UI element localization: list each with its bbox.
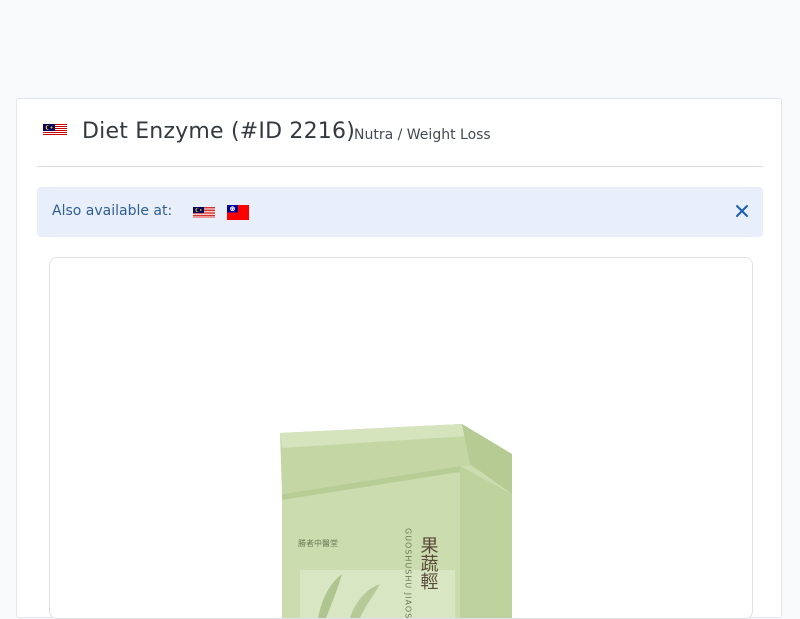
taiwan-flag-icon[interactable] (227, 205, 249, 220)
close-icon[interactable] (733, 202, 751, 220)
product-header: Diet Enzyme (#ID 2216) Nutra / Weight Lo… (37, 113, 763, 167)
product-category: Nutra / Weight Loss (354, 127, 491, 143)
malaysia-flag-icon (43, 124, 67, 136)
box-brand-text: 勝者中醫堂 (298, 538, 338, 548)
product-box-image: 勝者中醫堂 果蔬輕 GUOSHUSHU JIAOSUFEN (50, 258, 752, 618)
availability-alert: Also available at: (37, 187, 763, 237)
alert-label: Also available at: (52, 203, 173, 219)
page-title: Diet Enzyme (#ID 2216) (82, 119, 355, 144)
product-image: 勝者中醫堂 果蔬輕 GUOSHUSHU JIAOSUFEN (49, 257, 753, 619)
box-name-cn: 果蔬輕 (418, 536, 439, 590)
product-card: Diet Enzyme (#ID 2216) Nutra / Weight Lo… (16, 98, 782, 619)
malaysia-flag-icon[interactable] (193, 207, 215, 218)
box-name-pinyin: GUOSHUSHU JIAOSUFEN (404, 528, 413, 618)
